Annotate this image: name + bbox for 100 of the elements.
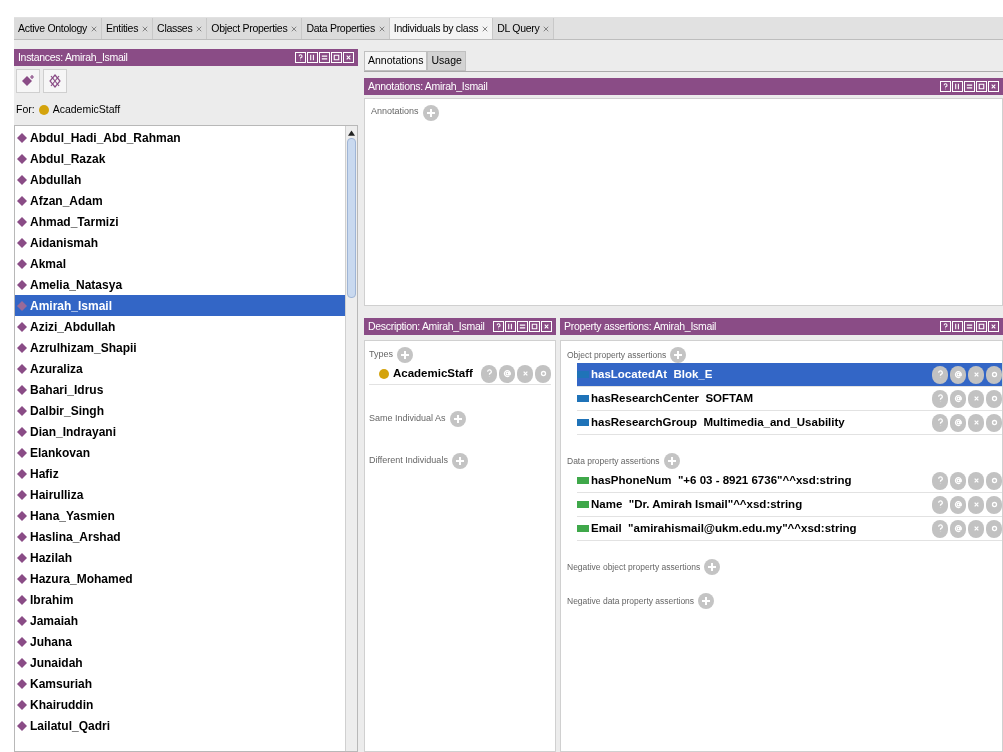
annotate-button[interactable]: [950, 365, 966, 384]
close-button[interactable]: [988, 321, 999, 332]
individual-item[interactable]: Hazilah: [15, 547, 345, 568]
individual-item[interactable]: Abdul_Razak: [15, 148, 345, 169]
individual-item[interactable]: Ahmad_Tarmizi: [15, 211, 345, 232]
add-button[interactable]: [422, 105, 439, 121]
individual-icon: [17, 236, 27, 249]
delete-button[interactable]: [968, 495, 984, 514]
delete-button[interactable]: [968, 413, 984, 432]
add-individual-button[interactable]: [16, 69, 40, 93]
individual-item[interactable]: Azrulhizam_Shapii: [15, 337, 345, 358]
assertion-row[interactable]: Email "amirahismail@ukm.edu.my"^^xsd:string: [577, 517, 1002, 541]
individual-item[interactable]: Bahari_Idrus: [15, 379, 345, 400]
close-icon[interactable]: [291, 25, 298, 32]
minimize-button[interactable]: [964, 81, 975, 92]
info-button[interactable]: [932, 365, 948, 384]
assertion-row[interactable]: hasLocatedAt Blok_E: [577, 363, 1002, 387]
individual-item[interactable]: Amirah_Ismail: [15, 295, 345, 316]
individual-item[interactable]: Abdul_Hadi_Abd_Rahman: [15, 127, 345, 148]
annotate-icon: [501, 368, 513, 379]
add-button[interactable]: [670, 347, 687, 363]
assertion-row[interactable]: hasResearchCenter SOFTAM: [577, 387, 1002, 411]
individual-item[interactable]: Lailatul_Qadri: [15, 715, 345, 736]
individual-item[interactable]: Dian_Indrayani: [15, 421, 345, 442]
help-button[interactable]: [295, 52, 306, 63]
close-button[interactable]: [343, 52, 354, 63]
help-button[interactable]: [940, 81, 951, 92]
close-icon[interactable]: [543, 25, 550, 32]
data-property-icon: [577, 477, 589, 484]
close-icon[interactable]: [196, 25, 203, 32]
view-tab[interactable]: Usage: [427, 51, 466, 71]
individual-item[interactable]: Aidanismah: [15, 232, 345, 253]
add-button[interactable]: [397, 347, 413, 363]
add-button[interactable]: [704, 559, 721, 575]
ontology-tab[interactable]: Data Properties: [302, 18, 390, 39]
help-button[interactable]: [493, 321, 504, 332]
add-button[interactable]: [698, 593, 715, 609]
ontology-tab[interactable]: Entities: [102, 18, 154, 39]
individual-item[interactable]: Jamaiah: [15, 610, 345, 631]
individual-item[interactable]: Khairuddin: [15, 694, 345, 715]
ontology-tab[interactable]: Active Ontology: [14, 18, 103, 39]
split-button[interactable]: [952, 81, 963, 92]
individual-item[interactable]: Hafiz: [15, 463, 345, 484]
assertion-row[interactable]: hasPhoneNum "+6 03 - 8921 6736"^^xsd:string: [577, 469, 1002, 493]
help-button[interactable]: [940, 321, 951, 332]
individual-item[interactable]: Dalbir_Singh: [15, 400, 345, 421]
plus-icon: [400, 350, 410, 360]
close-icon[interactable]: [482, 25, 489, 32]
add-button[interactable]: [663, 453, 680, 469]
ontology-tab[interactable]: DL Query: [493, 18, 555, 39]
delete-individual-button[interactable]: [43, 69, 67, 93]
individual-item[interactable]: Abdullah: [15, 169, 345, 190]
float-button[interactable]: [529, 321, 540, 332]
individual-item[interactable]: Kamsuriah: [15, 673, 345, 694]
individual-item[interactable]: Hazura_Mohamed: [15, 568, 345, 589]
individual-item[interactable]: Akmal: [15, 253, 345, 274]
scrollbar[interactable]: [345, 126, 357, 751]
individual-item[interactable]: Elankovan: [15, 442, 345, 463]
minimize-button[interactable]: [319, 52, 330, 63]
delete-button[interactable]: [968, 471, 984, 490]
individual-item[interactable]: Ibrahim: [15, 589, 345, 610]
delete-button[interactable]: [968, 519, 984, 538]
individual-item[interactable]: Amelia_Natasya: [15, 274, 345, 295]
add-individual-icon: [21, 74, 35, 88]
scroll-thumb[interactable]: [347, 138, 356, 298]
individual-item[interactable]: Haslina_Arshad: [15, 526, 345, 547]
assertion-row[interactable]: hasResearchGroup Multimedia_and_Usability: [577, 411, 1002, 435]
minimize-button[interactable]: [964, 321, 975, 332]
individual-item[interactable]: Azizi_Abdullah: [15, 316, 345, 337]
delete-button[interactable]: [968, 389, 984, 408]
edit-button[interactable]: [986, 365, 1002, 384]
float-button[interactable]: [331, 52, 342, 63]
panel-title: Instances: Amirah_Ismail: [18, 49, 128, 65]
close-button[interactable]: [541, 321, 552, 332]
individual-item[interactable]: Hana_Yasmien: [15, 505, 345, 526]
ontology-tab[interactable]: Individuals by class: [389, 18, 494, 39]
individual-item[interactable]: Hairulliza: [15, 484, 345, 505]
split-button[interactable]: [307, 52, 318, 63]
close-button[interactable]: [988, 81, 999, 92]
ontology-tab[interactable]: Object Properties: [207, 18, 303, 39]
assertion-row[interactable]: Name "Dr. Amirah Ismail"^^xsd:string: [577, 493, 1002, 517]
add-button[interactable]: [451, 453, 468, 469]
close-icon[interactable]: [378, 25, 385, 32]
minimize-button[interactable]: [517, 321, 528, 332]
ontology-tab[interactable]: Classes: [153, 18, 208, 39]
float-button[interactable]: [976, 321, 987, 332]
scroll-up-icon[interactable]: [348, 130, 355, 136]
float-button[interactable]: [976, 81, 987, 92]
add-button[interactable]: [449, 411, 466, 427]
delete-button[interactable]: [968, 365, 984, 384]
close-icon[interactable]: [142, 25, 149, 32]
individual-item[interactable]: Afzan_Adam: [15, 190, 345, 211]
view-tab[interactable]: Annotations: [364, 51, 428, 71]
individual-item[interactable]: Azuraliza: [15, 358, 345, 379]
individual-item[interactable]: Juhana: [15, 631, 345, 652]
individual-item[interactable]: Junaidah: [15, 652, 345, 673]
close-icon[interactable]: [91, 25, 98, 32]
split-button[interactable]: [952, 321, 963, 332]
delete-button[interactable]: [517, 364, 533, 383]
split-button[interactable]: [505, 321, 516, 332]
